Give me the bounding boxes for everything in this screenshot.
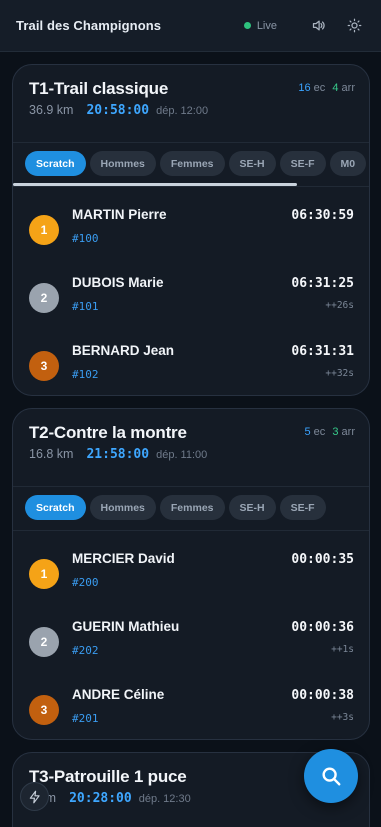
result-row[interactable]: 2 DUBOIS Marie #101 06:31:25 ++26s [13,259,369,327]
search-button[interactable] [304,749,358,803]
sun-icon [347,18,361,33]
race-distance: 36.9 km [29,103,74,117]
runner-gap: ++26s [325,300,354,311]
runner-bib: #202 [72,644,99,657]
tab-scratch[interactable]: Scratch [25,495,86,520]
arrived-count: 3 [332,426,339,438]
runner-gap: ++1s [331,644,354,655]
arrived-label: arr [341,426,355,438]
race-counts: 16 ec 4 arr [298,82,355,94]
app-title: Trail des Champignons [16,18,162,33]
results-list: 1 MERCIER David #200 00:00:35 2 GUERIN M… [13,531,369,739]
result-row[interactable]: 2 GUERIN Mathieu #202 00:00:36 ++1s [13,603,369,671]
bronze-medal-icon: 3 [29,351,59,381]
tab-femmes[interactable]: Femmes [159,151,225,176]
tab-femmes[interactable]: Femmes [159,495,225,520]
race-clock: 20:58:00 [86,103,150,118]
results-list: 1 MARTIN Pierre #100 06:30:59 2 DUBOIS M… [13,187,369,395]
runner-bib: #100 [72,232,99,245]
en-course-label: ec [313,82,326,94]
race-distance: 16.8 km [29,447,74,461]
tab-se-f[interactable]: SE-F [279,151,326,176]
theme-toggle-button[interactable] [343,15,365,37]
category-tabs: Scratch Hommes Femmes SE-H SE-F M0 [13,142,369,187]
runner-time: 06:31:25 [291,276,354,291]
race-counts: 5 ec 3 arr [304,426,355,438]
race-departure: dép. 12:30 [138,793,191,805]
runner-time: 00:00:38 [291,688,354,703]
en-course-label: ec [313,426,326,438]
runner-name: DUBOIS Marie [72,275,164,290]
runner-time: 00:00:35 [291,552,354,567]
runner-name: ANDRE Céline [72,687,165,702]
runner-gap: ++32s [325,368,354,379]
runner-time: 06:31:31 [291,344,354,359]
runner-name: BERNARD Jean [72,343,175,358]
runner-name: GUERIN Mathieu [72,619,180,634]
en-course-count: 16 [298,82,311,94]
result-row[interactable]: 1 MARTIN Pierre #100 06:30:59 [13,191,369,259]
runner-bib: #102 [72,368,99,381]
tab-se-h[interactable]: SE-H [228,495,276,520]
category-tabs: Scratch Hommes Femmes SE-H SE-F [13,486,369,531]
gold-medal-icon: 1 [29,215,59,245]
arrived-label: arr [341,82,355,94]
runner-time: 00:00:36 [291,620,354,635]
quick-action-button[interactable] [20,782,49,811]
tab-se-f[interactable]: SE-F [279,495,326,520]
speaker-icon [312,20,325,31]
race-departure: dép. 12:00 [156,105,209,117]
search-icon [322,767,341,786]
live-label: Live [256,19,277,32]
arrived-count: 4 [332,82,339,94]
live-indicator: Live [243,19,277,32]
runner-time: 06:30:59 [291,208,354,223]
race-clock: 21:58:00 [86,447,150,462]
result-row[interactable]: 3 BERNARD Jean #102 06:31:31 ++32s [13,327,369,395]
sound-toggle-button[interactable] [307,15,329,37]
runner-name: MERCIER David [72,551,175,566]
gold-medal-icon: 1 [29,559,59,589]
en-course-count: 5 [304,426,311,438]
header-controls: Live [243,15,365,37]
tab-se-h[interactable]: SE-H [228,151,276,176]
runner-gap: ++3s [331,712,354,723]
silver-medal-icon: 2 [29,627,59,657]
race-meta: 16.8 km 21:58:00 dép. 11:00 [29,447,207,462]
race-meta: 36.9 km 20:58:00 dép. 12:00 [29,103,208,118]
result-row[interactable]: 3 ANDRE Céline #201 00:00:38 ++3s [13,671,369,739]
tab-m0[interactable]: M0 [329,151,367,176]
tabs-scrollbar[interactable] [13,183,297,186]
race-header: T1-Trail classique 16 ec 4 arr 36.9 km 2… [13,65,369,123]
tab-hommes[interactable]: Hommes [89,495,156,520]
race-card: T2-Contre la montre 5 ec 3 arr 16.8 km 2… [12,408,370,740]
race-clock: 20:28:00 [69,791,132,806]
bolt-icon [29,790,40,803]
race-meta: 6 km 20:28:00 dép. 12:30 [29,791,191,806]
runner-bib: #101 [72,300,99,313]
runner-bib: #200 [72,576,99,589]
race-departure: dép. 11:00 [156,449,208,461]
runner-name: MARTIN Pierre [72,207,167,222]
silver-medal-icon: 2 [29,283,59,313]
tab-hommes[interactable]: Hommes [89,151,156,176]
runner-bib: #201 [72,712,99,725]
live-dot-icon [243,22,251,29]
bronze-medal-icon: 3 [29,695,59,725]
race-card: T1-Trail classique 16 ec 4 arr 36.9 km 2… [12,64,370,396]
top-bar: Trail des Champignons Live [0,0,381,52]
tab-scratch[interactable]: Scratch [25,151,86,176]
result-row[interactable]: 1 MERCIER David #200 00:00:35 [13,535,369,603]
race-header: T2-Contre la montre 5 ec 3 arr 16.8 km 2… [13,409,369,467]
